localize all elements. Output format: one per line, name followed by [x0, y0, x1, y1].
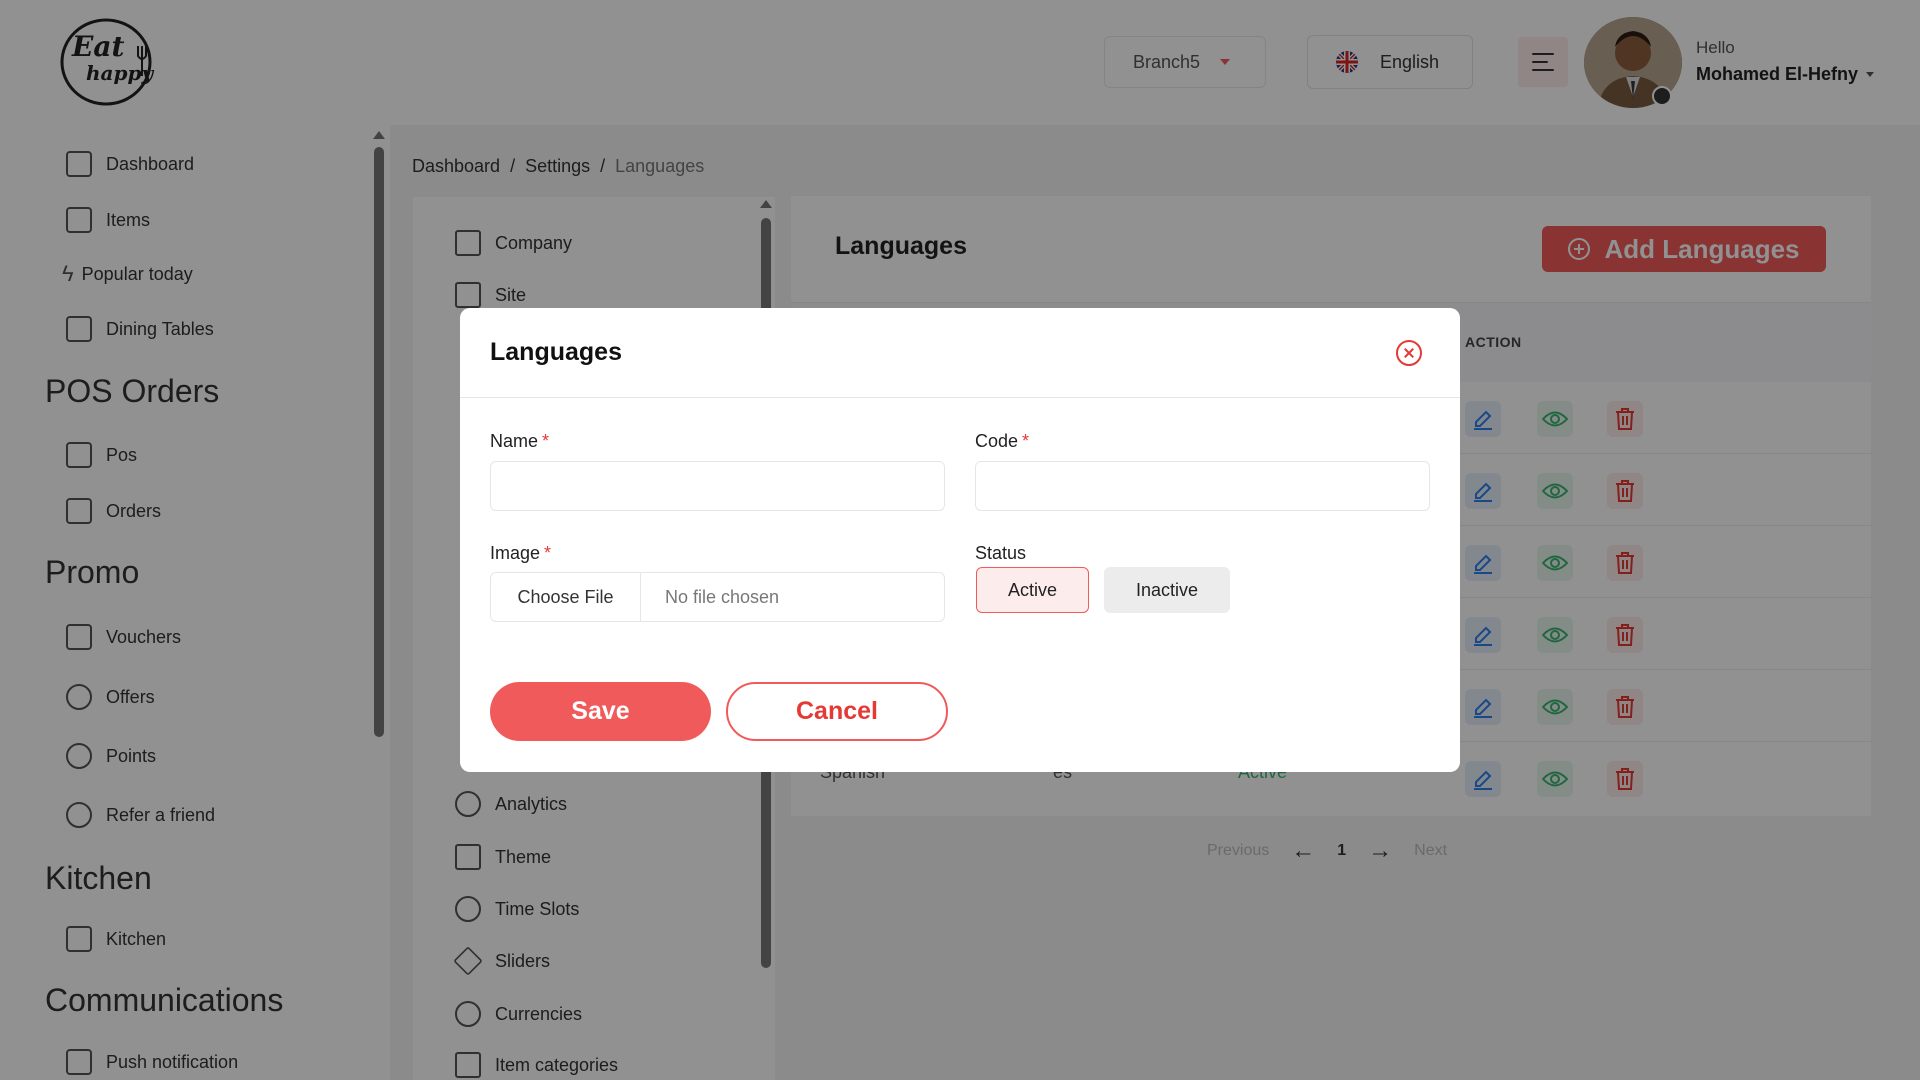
modal-header: Languages: [460, 308, 1460, 398]
required-asterisk: *: [544, 543, 552, 563]
languages-modal: Languages Name * Code * Image * Choose File…: [460, 308, 1460, 772]
status-active-button[interactable]: Active: [976, 567, 1089, 613]
choose-file-button[interactable]: Choose File: [491, 573, 641, 621]
name-label: Name *: [490, 431, 550, 451]
cancel-button[interactable]: Cancel: [726, 682, 948, 741]
name-input[interactable]: [490, 461, 945, 511]
status-label: Status: [975, 543, 1027, 563]
close-icon[interactable]: [1396, 340, 1422, 366]
code-input[interactable]: [975, 461, 1430, 511]
image-file-input[interactable]: Choose File No file chosen: [490, 572, 945, 622]
required-asterisk: *: [542, 431, 550, 451]
file-status-text: No file chosen: [665, 586, 780, 607]
code-label: Code *: [975, 431, 1030, 451]
image-label: Image *: [490, 543, 552, 563]
status-inactive-button[interactable]: Inactive: [1104, 567, 1230, 613]
save-button[interactable]: Save: [490, 682, 711, 741]
modal-title: Languages: [490, 338, 622, 366]
required-asterisk: *: [1022, 431, 1030, 451]
